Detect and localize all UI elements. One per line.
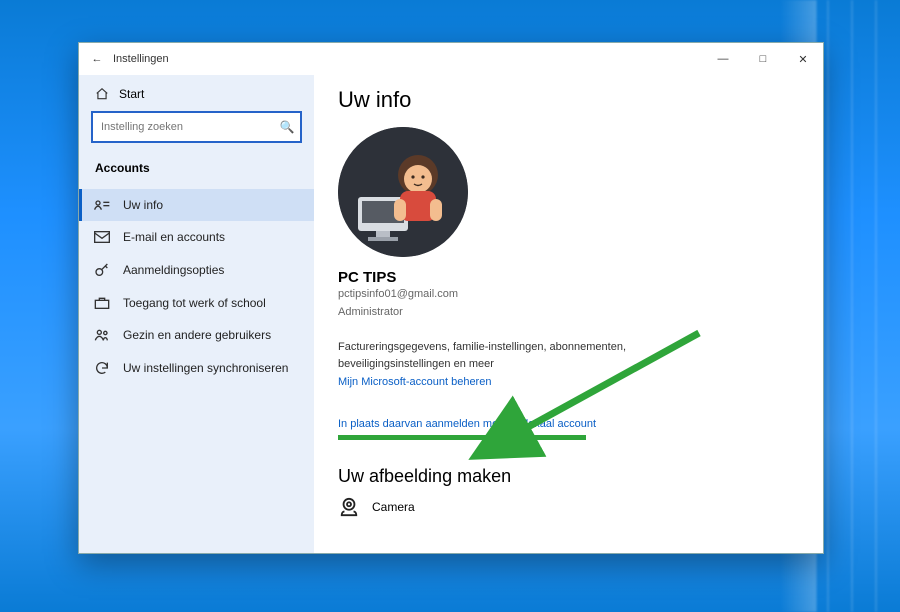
sidebar-item-email-accounts[interactable]: E-mail en accounts	[79, 221, 314, 253]
minimize-button[interactable]: —	[703, 43, 743, 75]
sidebar-item-signin-options[interactable]: Aanmeldingsopties	[79, 253, 314, 287]
maximize-icon: □	[760, 53, 767, 65]
account-role: Administrator	[338, 304, 799, 322]
sidebar-item-family[interactable]: Gezin en andere gebruikers	[79, 319, 314, 351]
home-label: Start	[119, 87, 144, 101]
category-heading: Accounts	[79, 157, 314, 189]
search-field[interactable]	[93, 121, 274, 133]
maximize-button[interactable]: □	[743, 43, 783, 75]
people-icon	[93, 328, 111, 342]
search-input[interactable]: 🔍	[91, 111, 302, 143]
briefcase-icon	[93, 296, 111, 310]
sign-in-local-account-link[interactable]: In plaats daarvan aanmelden met een loka…	[338, 418, 596, 430]
billing-description: Factureringsgegevens, familie-instelling…	[338, 339, 658, 372]
manage-microsoft-account-link[interactable]: Mijn Microsoft-account beheren	[338, 376, 491, 388]
sidebar-item-label: Uw info	[123, 198, 163, 212]
main-panel: Uw info	[314, 75, 823, 553]
picture-section-heading: Uw afbeelding maken	[338, 466, 799, 487]
sidebar-item-sync[interactable]: Uw instellingen synchroniseren	[79, 351, 314, 385]
close-icon: ✕	[798, 53, 807, 66]
avatar	[338, 127, 468, 257]
home-icon	[95, 87, 109, 101]
key-icon	[93, 262, 111, 278]
page-title: Uw info	[338, 87, 799, 113]
sidebar-item-label: Toegang tot werk of school	[123, 296, 266, 310]
home-button[interactable]: Start	[79, 75, 314, 111]
desktop-background: ← Instellingen — □ ✕	[0, 0, 900, 612]
sidebar-item-label: Gezin en andere gebruikers	[123, 328, 271, 342]
sync-icon	[93, 360, 111, 376]
sidebar-item-label: Aanmeldingsopties	[123, 263, 224, 277]
camera-option[interactable]: Camera	[338, 497, 799, 517]
search-icon: 🔍	[274, 120, 300, 134]
annotation-highlight	[338, 435, 586, 440]
sidebar-item-your-info[interactable]: Uw info	[79, 189, 314, 221]
sidebar-item-label: E-mail en accounts	[123, 230, 225, 244]
camera-icon	[338, 497, 360, 517]
titlebar: ← Instellingen — □ ✕	[79, 43, 823, 75]
window-title: Instellingen	[113, 53, 169, 65]
close-button[interactable]: ✕	[783, 43, 823, 75]
settings-window: ← Instellingen — □ ✕	[78, 42, 824, 554]
account-username: PC TIPS	[338, 269, 799, 286]
account-email: pctipsinfo01@gmail.com	[338, 286, 799, 304]
sidebar-item-label: Uw instellingen synchroniseren	[123, 361, 288, 375]
person-card-icon	[93, 199, 111, 211]
sidebar-item-work-school[interactable]: Toegang tot werk of school	[79, 287, 314, 319]
avatar-illustration	[338, 127, 468, 257]
camera-label: Camera	[372, 500, 415, 514]
back-icon[interactable]: ←	[89, 53, 105, 65]
sidebar: Start 🔍 Accounts	[79, 75, 314, 553]
mail-icon	[93, 231, 111, 243]
minimize-icon: —	[718, 53, 729, 65]
